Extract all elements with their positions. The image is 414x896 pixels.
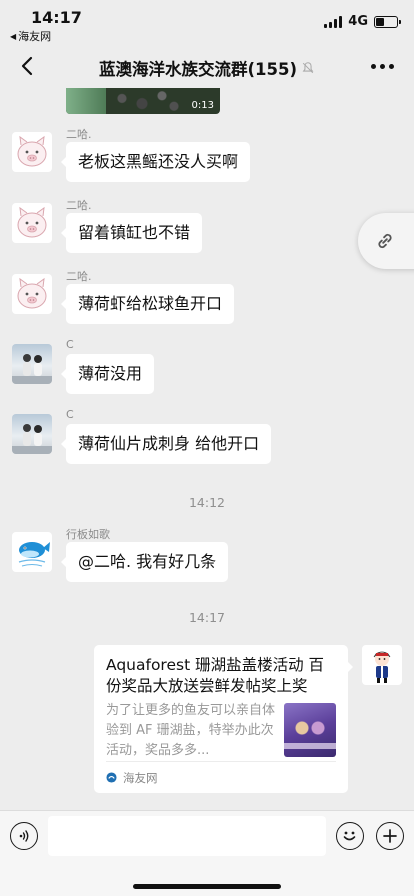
couple-photo-avatar[interactable]	[12, 414, 52, 454]
sender-name: 二哈.	[66, 199, 92, 212]
sender-name: 二哈.	[66, 270, 92, 283]
message-bubble[interactable]: @二哈. 我有好几条	[60, 542, 229, 582]
plus-icon	[383, 829, 397, 843]
network-type: 4G	[348, 14, 368, 29]
message-bubble[interactable]: 薄荷虾给松球鱼开口	[60, 284, 235, 324]
back-to-app-link[interactable]: ◀ 海友网	[10, 28, 51, 44]
sender-name: 二哈.	[66, 128, 92, 141]
whale-avatar[interactable]	[12, 532, 52, 572]
whale-avatar-icon	[18, 542, 50, 567]
battery-fill	[376, 17, 384, 26]
pig-avatar[interactable]	[12, 274, 52, 314]
back-triangle-icon: ◀	[10, 31, 17, 41]
link-card-description: 为了让更多的鱼友可以亲自体验到 AF 珊湖盐，特举办此次活动，奖品多多...	[106, 703, 276, 758]
sender-name: 行板如歌	[66, 528, 110, 541]
message-bubble[interactable]: 薄荷仙片成刺身 给他开口	[60, 424, 272, 464]
floating-link-button[interactable]	[358, 213, 414, 269]
pig-avatar-icon	[17, 206, 47, 238]
chat-timestamp: 14:17	[188, 610, 226, 625]
pig-avatar[interactable]	[12, 203, 52, 243]
nav-bar: 蓝澳海洋水族交流群(155)	[0, 44, 414, 88]
message-bubble[interactable]: 老板这黑鳐还没人买啊	[60, 142, 251, 182]
back-app-label: 海友网	[18, 30, 52, 43]
sender-name: C	[66, 408, 74, 421]
couple-photo-avatar-icon	[12, 424, 52, 454]
emoji-button[interactable]	[336, 822, 364, 850]
voice-wave-icon	[19, 830, 29, 842]
link-card-title: Aquaforest 珊湖盐盖楼活动 百份奖品大放送尝鲜发帖奖上奖	[106, 656, 325, 695]
pig-avatar[interactable]	[12, 132, 52, 172]
message-input[interactable]	[48, 816, 326, 856]
link-card-footer: 海友网	[106, 761, 336, 793]
status-bar: 14:17 ◀ 海友网 4G	[0, 0, 414, 44]
chat-message-list[interactable]: 0:13 二哈. 老板这黑鳐还没人买啊 二哈. 留着镇缸也不错 二哈. 薄荷虾给…	[0, 88, 414, 810]
cartoon-character-avatar-icon	[373, 651, 391, 683]
smiley-icon	[343, 831, 356, 841]
video-message[interactable]: 0:13	[66, 88, 220, 114]
own-avatar[interactable]	[362, 645, 402, 685]
more-options-icon[interactable]	[371, 64, 394, 69]
mute-bell-icon	[302, 62, 314, 74]
couple-photo-avatar-icon	[12, 354, 52, 384]
couple-photo-avatar[interactable]	[12, 344, 52, 384]
link-card-source: 海友网	[123, 770, 158, 785]
signal-icon	[324, 15, 343, 28]
chat-timestamp: 14:12	[188, 495, 226, 510]
group-name: 蓝澳海洋水族交流群(155)	[98, 60, 298, 79]
link-chain-icon	[378, 233, 392, 249]
status-indicators: 4G	[324, 14, 401, 29]
pig-avatar-icon	[17, 135, 47, 167]
sender-name: C	[66, 338, 74, 351]
battery-icon	[374, 15, 401, 28]
more-functions-button[interactable]	[376, 822, 404, 850]
shared-link-card[interactable]: Aquaforest 珊湖盐盖楼活动 百份奖品大放送尝鲜发帖奖上奖 为了让更多的…	[94, 645, 353, 793]
status-time: 14:17	[31, 8, 82, 27]
link-card-body: 为了让更多的鱼友可以亲自体验到 AF 珊湖盐，特举办此次活动，奖品多多...	[106, 701, 336, 761]
voice-input-button[interactable]	[10, 822, 38, 850]
message-bubble[interactable]: 留着镇缸也不错	[60, 213, 203, 253]
home-indicator[interactable]	[133, 884, 281, 889]
salt-product-thumbnail	[284, 703, 336, 757]
chat-title: 蓝澳海洋水族交流群(155)	[0, 56, 414, 80]
pig-avatar-icon	[17, 277, 47, 309]
message-bubble[interactable]: 薄荷没用	[60, 354, 155, 394]
source-app-icon	[106, 772, 117, 783]
video-duration: 0:13	[191, 100, 214, 111]
